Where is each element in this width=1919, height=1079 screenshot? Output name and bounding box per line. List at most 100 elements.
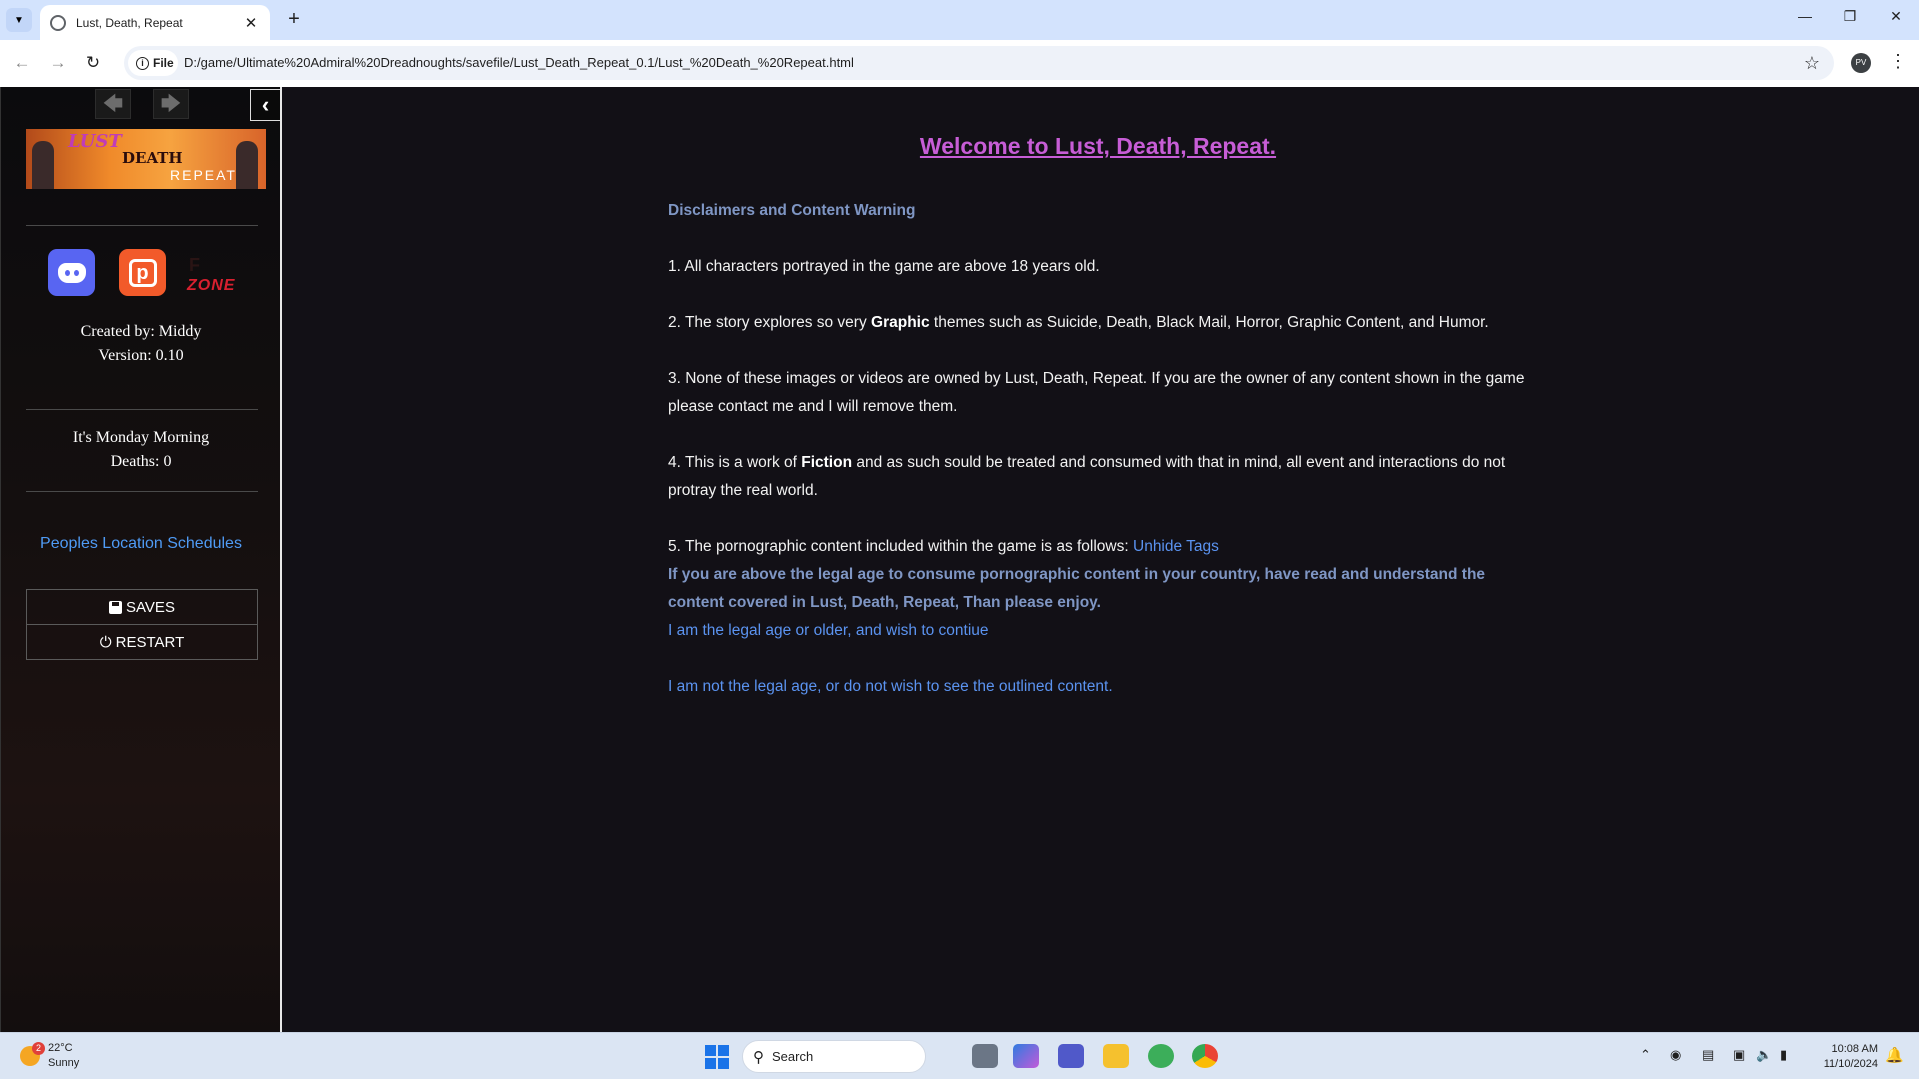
schedules-link[interactable]: Peoples Location Schedules	[1, 535, 281, 553]
minimize-button[interactable]: —	[1793, 8, 1817, 24]
globe-icon	[50, 14, 66, 31]
disclaimer-item-4: 4. This is a work of Fiction and as such…	[668, 449, 1528, 505]
app-tray-icon[interactable]: ▤	[1702, 1047, 1714, 1063]
history-forward-button[interactable]: 🡆	[153, 89, 189, 119]
clock-date: 11/10/2024	[1823, 1058, 1878, 1070]
close-window-button[interactable]: ✕	[1884, 8, 1908, 25]
browser-toolbar: ← → ↻ i File D:/game/Ultimate%20Admiral%…	[0, 40, 1919, 87]
weather-text: 22°C Sunny	[48, 1041, 79, 1071]
network-icon[interactable]: ▣	[1733, 1047, 1745, 1063]
tab-title: Lust, Death, Repeat	[76, 15, 183, 30]
deaths-counter: Deaths: 0	[110, 453, 172, 470]
saves-button[interactable]: SAVES	[26, 589, 258, 625]
chevron-left-icon: ‹	[261, 92, 270, 117]
fzone-label: ZONE	[187, 277, 236, 294]
banner-figure-left	[32, 141, 54, 189]
file-explorer-icon[interactable]	[1103, 1044, 1129, 1068]
banner-title-line2: DEATH	[122, 149, 183, 167]
info-icon: i	[136, 56, 149, 70]
task-view-icon[interactable]	[972, 1044, 998, 1068]
accept-link[interactable]: I am the legal age or older, and wish to…	[668, 617, 1528, 645]
history-back-button[interactable]: 🡄	[95, 89, 131, 119]
item2-bold: Graphic	[871, 314, 930, 331]
sun-icon: 2	[20, 1042, 45, 1066]
created-by-text: Created by: Middy	[80, 323, 202, 340]
tray-overflow-icon[interactable]: ⌃	[1640, 1047, 1651, 1063]
tab-search-button[interactable]: ▼	[6, 8, 32, 32]
discord-icon[interactable]	[48, 249, 95, 296]
profile-avatar[interactable]: PV	[1851, 53, 1871, 73]
restart-label: RESTART	[115, 633, 185, 651]
disclaimer-item-2: 2. The story explores so very Graphic th…	[668, 309, 1528, 337]
divider	[26, 409, 258, 410]
weather-temp: 22°C	[48, 1042, 73, 1054]
patreon-icon[interactable]: p	[119, 249, 166, 296]
disclaimer-item-1: 1. All characters portrayed in the game …	[668, 258, 1100, 275]
clock-time: 10:08 AM	[1831, 1043, 1878, 1055]
browser-tab-strip: ▼ Lust, Death, Repeat ✕ + — ❐ ✕	[0, 0, 1919, 40]
search-placeholder: Search	[772, 1049, 814, 1064]
banner-title-line1: LUST	[68, 131, 122, 152]
close-tab-icon[interactable]: ✕	[242, 14, 260, 32]
steam-icon[interactable]: ◉	[1670, 1047, 1681, 1063]
restore-button[interactable]: ❐	[1838, 8, 1862, 25]
battery-icon[interactable]: ▮	[1780, 1047, 1787, 1063]
volume-icon[interactable]: 🔈	[1756, 1047, 1772, 1063]
arrow-left-icon: 🡄	[102, 93, 124, 115]
banner-figure-right	[236, 141, 258, 189]
back-button[interactable]: ←	[10, 51, 34, 75]
weather-badge: 2	[32, 1042, 45, 1055]
patreon-logo: p	[128, 258, 157, 287]
taskbar: 2 22°C Sunny ⚲ Search ⌃ ◉ ▤ ▣ 🔈 ▮ 10:08 …	[0, 1032, 1919, 1079]
windows-start-icon[interactable]	[705, 1045, 729, 1069]
version-text: Version: 0.10	[98, 347, 184, 364]
chrome-icon[interactable]	[1192, 1044, 1218, 1068]
bookmark-star-icon[interactable]: ☆	[1804, 53, 1820, 74]
app-icon[interactable]	[1148, 1044, 1174, 1068]
power-icon: ⏻	[99, 633, 112, 651]
item4-text: 4. This is a work of	[668, 454, 802, 471]
notification-bell-icon[interactable]: 🔔	[1885, 1046, 1904, 1064]
new-tab-button[interactable]: +	[282, 8, 306, 32]
url-text[interactable]: D:/game/Ultimate%20Admiral%20Dreadnought…	[184, 55, 854, 70]
page-title: Welcome to Lust, Death, Repeat.	[919, 133, 1277, 159]
site-chip-label: File	[153, 56, 174, 70]
item4-bold: Fiction	[801, 454, 853, 471]
disclaimer-item-5: 5. The pornographic content included wit…	[668, 533, 1528, 561]
divider	[26, 491, 258, 492]
reload-button[interactable]: ↻	[81, 51, 105, 75]
site-info-chip[interactable]: i File	[128, 50, 178, 76]
floppy-disk-icon	[109, 600, 123, 614]
fzone-logo-mark: F	[189, 255, 200, 275]
search-icon: ⚲	[753, 1048, 764, 1066]
disclaimer-heading: Disclaimers and Content Warning	[668, 202, 916, 219]
forward-button[interactable]: →	[46, 51, 70, 75]
clock[interactable]: 10:08 AM 11/10/2024	[1812, 1042, 1878, 1072]
sidebar-collapse-button[interactable]: ‹	[250, 89, 280, 121]
chevron-down-icon: ▼	[14, 14, 24, 26]
game-banner-image: LUST DEATH REPEAT	[26, 129, 266, 189]
arrow-right-icon: 🡆	[160, 93, 182, 115]
sidebar: 🡄 🡆 ‹ LUST DEATH REPEAT p F ZONE Created…	[0, 87, 282, 1032]
saves-label: SAVES	[126, 598, 175, 616]
menu-icon[interactable]: ⋮	[1889, 51, 1907, 72]
teams-icon[interactable]	[1058, 1044, 1084, 1068]
address-bar[interactable]: i File D:/game/Ultimate%20Admiral%20Drea…	[124, 46, 1834, 80]
unhide-tags-link[interactable]: Unhide Tags	[1133, 538, 1219, 555]
weather-desc: Sunny	[48, 1057, 80, 1069]
browser-tab[interactable]: Lust, Death, Repeat ✕	[40, 5, 270, 40]
copilot-icon[interactable]	[1013, 1044, 1039, 1068]
item5-text: 5. The pornographic content included wit…	[668, 538, 1133, 555]
decline-link[interactable]: I am not the legal age, or do not wish t…	[668, 673, 1528, 701]
disclaimer-item-3: 3. None of these images or videos are ow…	[668, 370, 1525, 415]
divider	[26, 225, 258, 226]
taskbar-search[interactable]: ⚲ Search	[742, 1040, 926, 1073]
weather-widget[interactable]: 2 22°C Sunny	[20, 1041, 79, 1071]
page-viewport: 🡄 🡆 ‹ LUST DEATH REPEAT p F ZONE Created…	[0, 87, 1919, 1032]
discord-logo	[57, 262, 86, 283]
restart-button[interactable]: ⏻ RESTART	[26, 624, 258, 660]
item2-text-end: themes such as Suicide, Death, Black Mai…	[929, 314, 1489, 331]
banner-title-line3: REPEAT	[170, 167, 237, 183]
item2-text: 2. The story explores so very	[668, 314, 872, 331]
fzone-icon[interactable]: F ZONE	[187, 255, 239, 295]
